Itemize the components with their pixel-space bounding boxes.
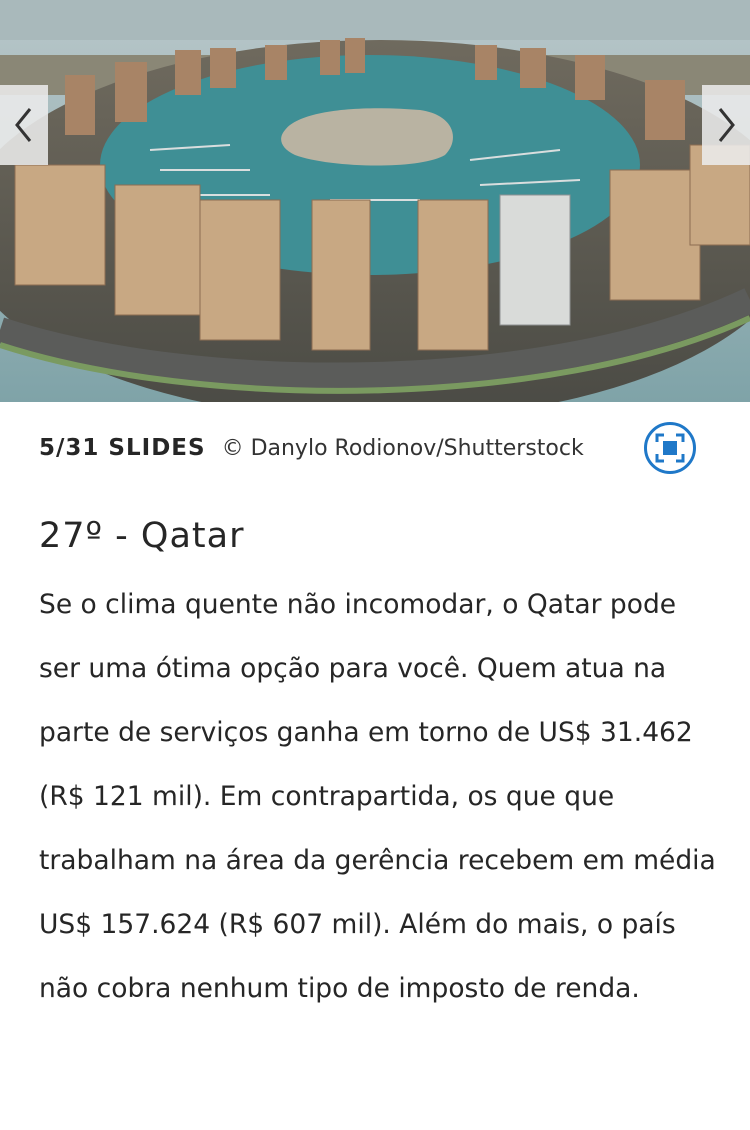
fullscreen-icon bbox=[655, 433, 685, 463]
fullscreen-button[interactable] bbox=[644, 422, 696, 474]
slide-title: 27º - Qatar bbox=[39, 516, 245, 556]
previous-slide-button[interactable] bbox=[0, 85, 48, 165]
chevron-left-icon bbox=[15, 108, 32, 142]
next-slide-button[interactable] bbox=[702, 85, 750, 165]
slide-counter: 5/31 SLIDES bbox=[39, 435, 206, 461]
slide-image bbox=[0, 0, 750, 402]
photo-credit: © Danylo Rodionov/Shutterstock bbox=[221, 435, 584, 461]
chevron-right-icon bbox=[718, 108, 735, 142]
slide-description: Se o clima quente não incomodar, o Qatar… bbox=[39, 589, 716, 1004]
aerial-photo bbox=[0, 0, 750, 402]
caption-bar: 5/31 SLIDES © Danylo Rodionov/Shuttersto… bbox=[39, 428, 719, 468]
